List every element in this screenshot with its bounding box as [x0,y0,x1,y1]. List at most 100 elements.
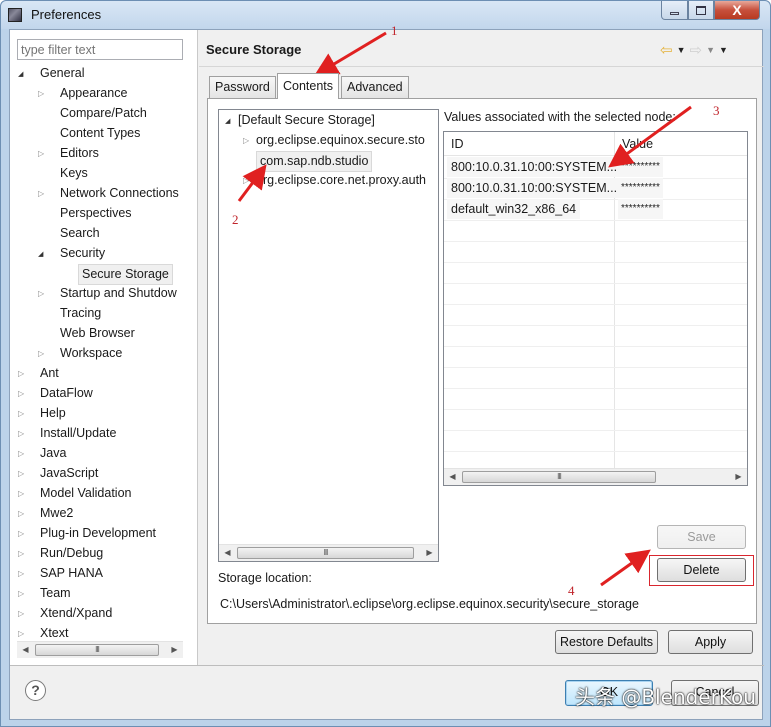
tab-contents[interactable]: Contents [277,73,340,99]
tree-item-search[interactable]: Search [38,224,100,243]
minimize-button[interactable] [661,1,688,20]
tree-item-team[interactable]: Team [18,584,71,603]
expand-triangle-icon[interactable] [38,350,46,358]
tree-item-dataflow[interactable]: DataFlow [18,384,93,403]
delete-button[interactable]: Delete [657,558,746,582]
expand-triangle-icon[interactable] [18,610,26,618]
scroll-right-icon[interactable]: ▶ [166,642,183,658]
title-bar[interactable]: Preferences X [1,1,770,29]
tree-item-editors[interactable]: Editors [38,144,99,163]
collapse-triangle-icon[interactable] [38,250,46,258]
tree-item-install-update[interactable]: Install/Update [18,424,116,443]
back-history-dropdown-icon[interactable]: ▼ [677,45,686,55]
tree-item-run-debug[interactable]: Run/Debug [18,544,103,563]
storage-node-label: org.eclipse.equinox.secure.sto [256,133,425,147]
tree-item-content-types[interactable]: Content Types [38,124,140,143]
expand-triangle-icon[interactable] [38,90,46,98]
collapse-triangle-icon[interactable] [18,70,26,78]
tree-item-plug-in-development[interactable]: Plug-in Development [18,524,156,543]
scroll-right-icon[interactable]: ▶ [421,545,438,561]
tree-item-javascript[interactable]: JavaScript [18,464,98,483]
scroll-left-icon[interactable]: ◀ [17,642,34,658]
preferences-window: Preferences X General Appearance Compare/P… [0,0,771,727]
expand-triangle-icon[interactable] [38,290,46,298]
tree-item-perspectives[interactable]: Perspectives [38,204,132,223]
expand-triangle-icon[interactable] [18,390,26,398]
storage-node[interactable]: org.eclipse.core.net.proxy.auth [243,171,426,190]
tree-item-keys[interactable]: Keys [38,164,88,183]
forward-history-dropdown-icon[interactable]: ▼ [706,45,715,55]
view-menu-icon[interactable]: ▼ [719,45,728,55]
tree-item-help[interactable]: Help [18,404,66,423]
expand-triangle-icon[interactable] [18,490,26,498]
maximize-button[interactable] [688,1,714,20]
scroll-left-icon[interactable]: ◀ [444,469,461,485]
values-table-horizontal-scrollbar[interactable]: ◀ III ▶ [444,468,747,485]
storage-node[interactable]: com.sap.ndb.studio [243,151,373,172]
expand-triangle-icon[interactable] [18,590,26,598]
tab-advanced[interactable]: Advanced [341,76,409,98]
help-icon[interactable]: ? [25,680,46,701]
tree-item-mwe2[interactable]: Mwe2 [18,504,73,523]
tree-item-network-connections[interactable]: Network Connections [38,184,179,203]
tree-item-label: DataFlow [40,386,93,400]
collapse-triangle-icon[interactable] [225,117,233,125]
tree-item-general[interactable]: General [18,64,84,83]
cell-value: ********** [618,157,663,177]
storage-node[interactable]: [Default Secure Storage] [225,111,375,130]
tree-item-label: Startup and Shutdow [60,286,177,300]
tree-item-java[interactable]: Java [18,444,66,463]
row-gridline [444,430,747,431]
close-button[interactable]: X [714,1,760,20]
expand-triangle-icon[interactable] [18,410,26,418]
tree-item-sap-hana[interactable]: SAP HANA [18,564,103,583]
expand-triangle-icon[interactable] [18,370,26,378]
tree-item-label: Appearance [60,86,128,100]
scroll-left-icon[interactable]: ◀ [219,545,236,561]
tree-item-tracing[interactable]: Tracing [38,304,101,323]
filter-input[interactable] [17,39,183,60]
tree-item-model-validation[interactable]: Model Validation [18,484,132,503]
tree-item-startup-and-shutdow[interactable]: Startup and Shutdow [38,284,177,303]
expand-triangle-icon[interactable] [18,630,26,638]
tree-item-security[interactable]: Security [38,244,105,263]
expand-triangle-icon[interactable] [38,190,46,198]
scroll-thumb[interactable]: III [462,471,656,483]
expand-triangle-icon[interactable] [18,450,26,458]
expand-triangle-icon[interactable] [18,510,26,518]
tree-item-compare-patch[interactable]: Compare/Patch [38,104,147,123]
storage-node[interactable]: org.eclipse.equinox.secure.sto [243,131,425,150]
header-divider [199,66,764,67]
tree-item-workspace[interactable]: Workspace [38,344,122,363]
tree-item-web-browser[interactable]: Web Browser [38,324,135,343]
row-gridline [444,388,747,389]
scroll-thumb[interactable]: III [35,644,159,656]
back-arrow-icon[interactable]: ⇦ [660,41,673,59]
scroll-right-icon[interactable]: ▶ [730,469,747,485]
tree-item-ant[interactable]: Ant [18,364,59,383]
preference-tree-horizontal-scrollbar[interactable]: ◀ III ▶ [17,641,183,658]
forward-arrow-icon[interactable]: ⇨ [690,41,703,59]
restore-defaults-button[interactable]: Restore Defaults [555,630,658,654]
column-header-id[interactable]: ID [444,132,614,156]
apply-button[interactable]: Apply [668,630,753,654]
preference-tree-pane: General Appearance Compare/Patch Content Ty… [10,30,198,665]
expand-triangle-icon[interactable] [18,430,26,438]
expand-triangle-icon[interactable] [18,530,26,538]
tab-password[interactable]: Password [209,76,276,98]
tree-item-appearance[interactable]: Appearance [38,84,127,103]
window-title: Preferences [31,7,102,22]
column-header-value[interactable]: Value [615,132,747,156]
expand-triangle-icon[interactable] [18,470,26,478]
expand-triangle-icon[interactable] [18,570,26,578]
tree-item-xtend-xpand[interactable]: Xtend/Xpand [18,604,112,623]
tree-item-secure-storage[interactable]: Secure Storage [56,264,173,285]
expand-triangle-icon[interactable] [243,137,251,145]
expand-triangle-icon[interactable] [38,150,46,158]
expand-triangle-icon[interactable] [18,550,26,558]
tree-item-label: Workspace [60,346,123,360]
scroll-thumb[interactable]: III [237,547,414,559]
node-tree-horizontal-scrollbar[interactable]: ◀ III ▶ [219,544,438,561]
save-button[interactable]: Save [657,525,746,549]
expand-triangle-icon[interactable] [243,177,251,185]
